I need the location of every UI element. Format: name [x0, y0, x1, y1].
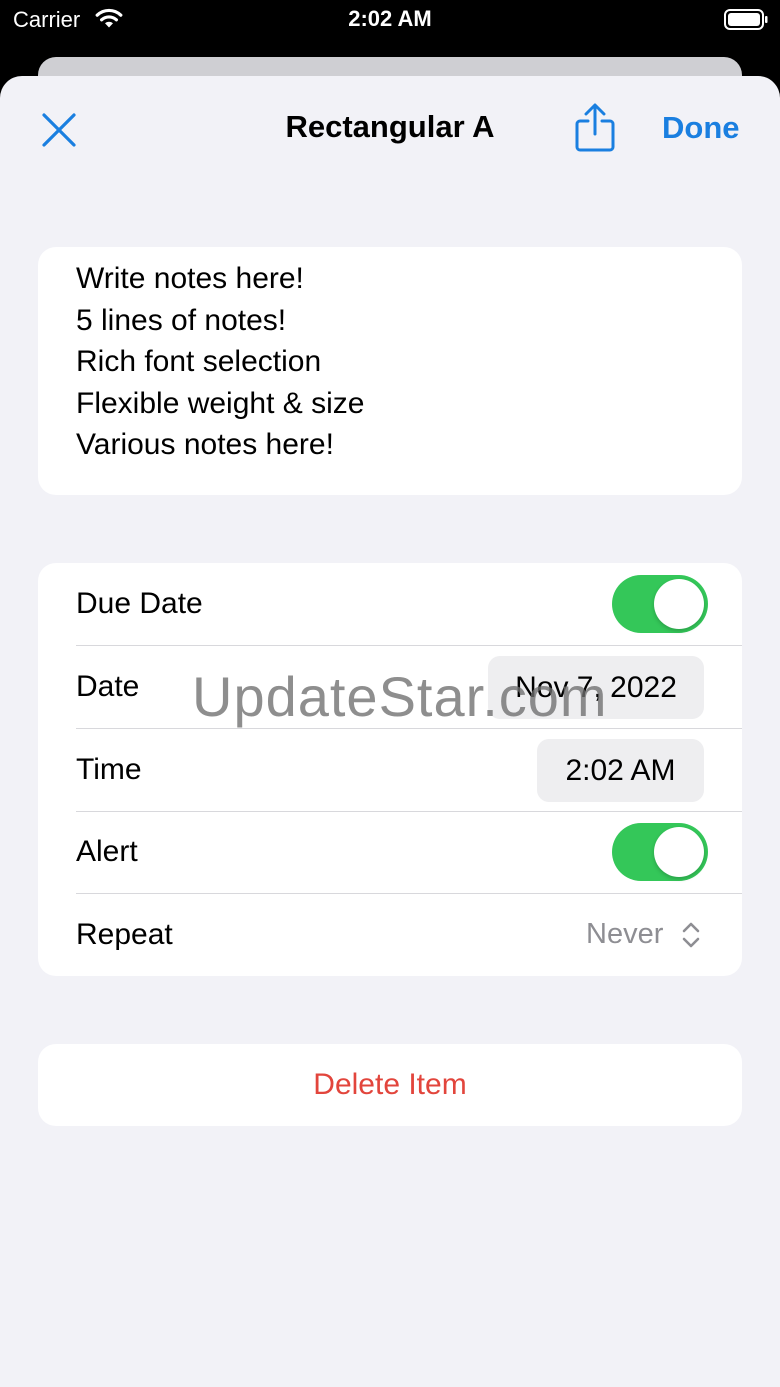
notes-field[interactable]: Write notes here! 5 lines of notes! Rich… — [38, 247, 742, 495]
share-icon[interactable] — [574, 103, 616, 153]
time-picker[interactable]: 2:02 AM — [537, 739, 704, 802]
row-due-date: Due Date — [38, 563, 742, 646]
due-date-label: Due Date — [76, 587, 203, 620]
toggle-knob — [654, 827, 704, 877]
notes-text: Write notes here! 5 lines of notes! Rich… — [76, 258, 364, 466]
row-repeat: Repeat Never — [38, 894, 742, 976]
due-date-toggle[interactable] — [612, 575, 708, 633]
toggle-knob — [654, 579, 704, 629]
date-picker[interactable]: Nov 7, 2022 — [488, 656, 704, 719]
done-button[interactable]: Done — [662, 110, 740, 146]
date-label: Date — [76, 670, 140, 703]
delete-item-button[interactable]: Delete Item — [38, 1044, 742, 1126]
notes-line: Write notes here! — [76, 262, 304, 295]
chevron-up-down-icon[interactable] — [680, 920, 702, 950]
notes-line: Flexible weight & size — [76, 386, 365, 420]
row-date: Date Nov 7, 2022 — [38, 646, 742, 729]
notes-line: Various notes here! — [76, 428, 334, 461]
status-time: 2:02 AM — [348, 6, 432, 31]
notes-line: Rich font selection — [76, 345, 322, 378]
repeat-label: Repeat — [76, 918, 173, 951]
repeat-picker[interactable]: Never — [586, 918, 663, 951]
battery-icon — [724, 9, 768, 30]
screen: Carrier 2:02 AM Rectangular A Done Write… — [0, 0, 780, 1387]
settings-group: Due Date Date Nov 7, 2022 Time 2:02 AM A… — [38, 563, 742, 976]
row-alert: Alert — [38, 811, 742, 894]
status-bar: Carrier 2:02 AM — [0, 0, 780, 40]
alert-toggle[interactable] — [612, 823, 708, 881]
notes-line: 5 lines of notes! — [76, 303, 287, 337]
alert-label: Alert — [76, 835, 138, 868]
time-label: Time — [76, 753, 142, 786]
row-time: Time 2:02 AM — [38, 729, 742, 812]
